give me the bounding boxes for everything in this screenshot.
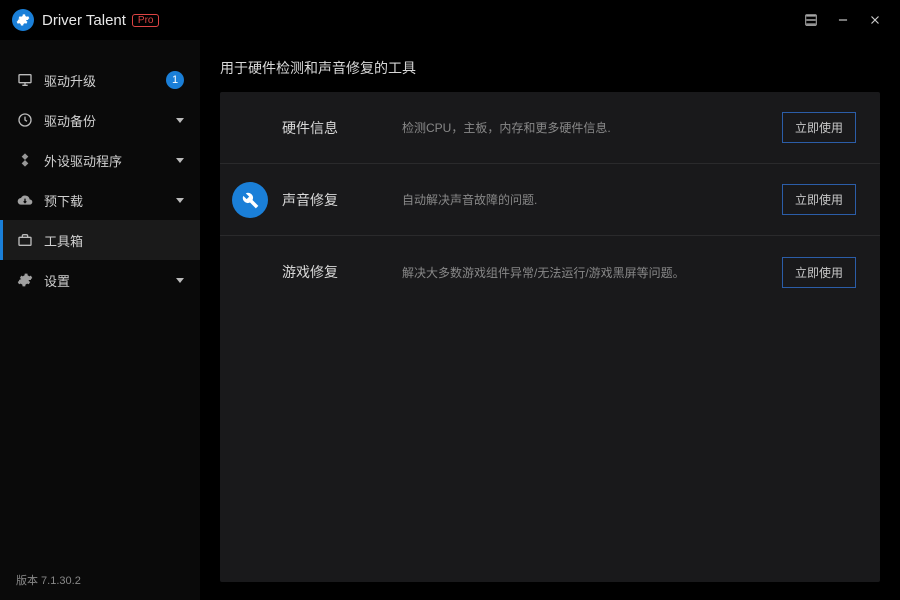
- tool-description: 解决大多数游戏组件异常/无法运行/游戏黑屏等问题。: [402, 264, 782, 281]
- menu-button[interactable]: [798, 7, 824, 33]
- minimize-button[interactable]: [830, 7, 856, 33]
- close-icon: [868, 13, 882, 27]
- chevron-down-icon: [176, 198, 184, 203]
- sidebar: 驱动升级 1 驱动备份 外设驱动程序 预下载 工具箱 设置 版本 7.1.30.…: [0, 40, 200, 600]
- version-label: 版本 7.1.30.2: [0, 560, 200, 600]
- close-button[interactable]: [862, 7, 888, 33]
- page-title: 用于硬件检测和声音修复的工具: [220, 58, 880, 78]
- tool-name: 硬件信息: [282, 118, 402, 138]
- sidebar-item-toolbox[interactable]: 工具箱: [0, 220, 200, 260]
- chevron-down-icon: [176, 158, 184, 163]
- backup-icon: [16, 111, 34, 129]
- use-now-button[interactable]: 立即使用: [782, 257, 856, 288]
- cloud-download-icon: [16, 191, 34, 209]
- sidebar-item-driver-upgrade[interactable]: 驱动升级 1: [0, 60, 200, 100]
- tool-name: 声音修复: [282, 190, 402, 210]
- tool-icon-placeholder: [232, 110, 268, 146]
- sidebar-item-predownload[interactable]: 预下载: [0, 180, 200, 220]
- sidebar-item-label: 工具箱: [44, 231, 184, 250]
- tool-icon-placeholder: [232, 254, 268, 290]
- sidebar-item-label: 驱动升级: [44, 71, 166, 90]
- sidebar-item-peripheral-driver[interactable]: 外设驱动程序: [0, 140, 200, 180]
- app-logo: [12, 9, 34, 31]
- gear-icon: [16, 271, 34, 289]
- toolbox-icon: [16, 231, 34, 249]
- sidebar-item-label: 外设驱动程序: [44, 151, 176, 170]
- tool-row-hardware-info: 硬件信息 检测CPU，主板，内存和更多硬件信息. 立即使用: [220, 92, 880, 164]
- sidebar-item-label: 设置: [44, 271, 176, 290]
- app-title: Driver Talent: [42, 12, 126, 29]
- chevron-down-icon: [176, 278, 184, 283]
- main-content: 用于硬件检测和声音修复的工具 硬件信息 检测CPU，主板，内存和更多硬件信息. …: [200, 40, 900, 600]
- titlebar: Driver Talent Pro: [0, 0, 900, 40]
- tool-row-game-repair: 游戏修复 解决大多数游戏组件异常/无法运行/游戏黑屏等问题。 立即使用: [220, 236, 880, 308]
- use-now-button[interactable]: 立即使用: [782, 184, 856, 215]
- tool-description: 检测CPU，主板，内存和更多硬件信息.: [402, 119, 782, 136]
- menu-icon: [804, 13, 818, 27]
- minimize-icon: [836, 13, 850, 27]
- use-now-button[interactable]: 立即使用: [782, 112, 856, 143]
- tool-row-sound-repair: 声音修复 自动解决声音故障的问题. 立即使用: [220, 164, 880, 236]
- sidebar-item-driver-backup[interactable]: 驱动备份: [0, 100, 200, 140]
- sidebar-item-settings[interactable]: 设置: [0, 260, 200, 300]
- sidebar-item-label: 预下载: [44, 191, 176, 210]
- wrench-icon: [232, 182, 268, 218]
- tool-name: 游戏修复: [282, 262, 402, 282]
- sidebar-item-label: 驱动备份: [44, 111, 176, 130]
- update-count-badge: 1: [166, 71, 184, 89]
- pro-badge: Pro: [132, 14, 160, 27]
- tool-description: 自动解决声音故障的问题.: [402, 191, 782, 208]
- tools-panel: 硬件信息 检测CPU，主板，内存和更多硬件信息. 立即使用 声音修复 自动解决声…: [220, 92, 880, 582]
- gear-icon: [16, 13, 30, 27]
- monitor-icon: [16, 71, 34, 89]
- chevron-down-icon: [176, 118, 184, 123]
- peripheral-icon: [16, 151, 34, 169]
